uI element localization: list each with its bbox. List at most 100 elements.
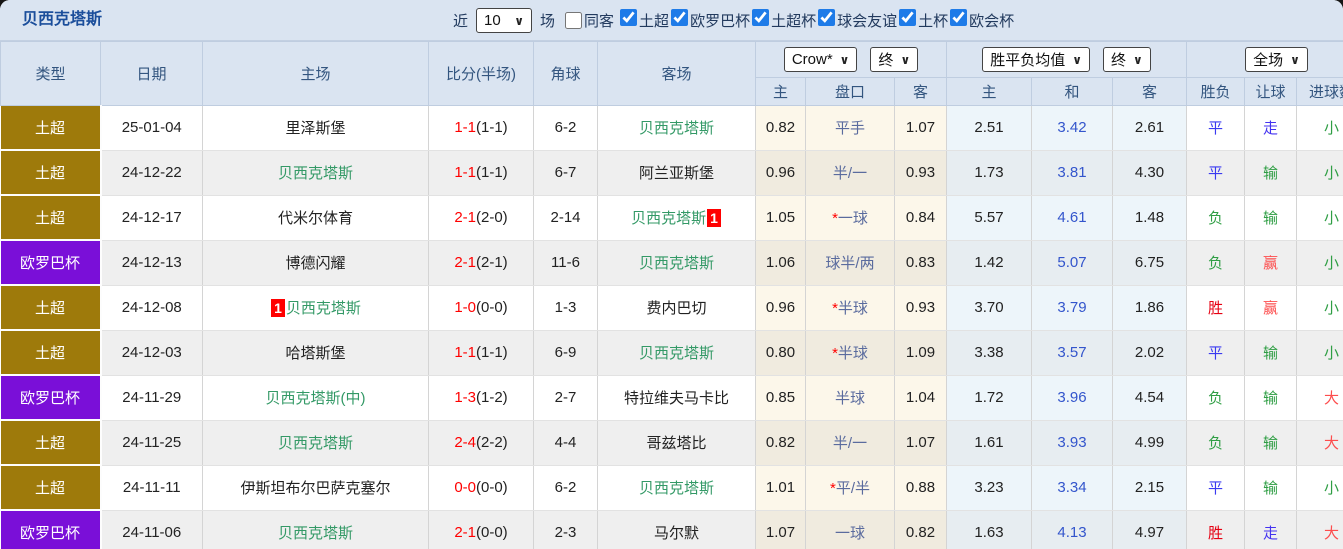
chevron-down-icon [507, 12, 524, 29]
away-team-name: 贝西克塔斯 [638, 345, 714, 362]
home-odds-cell: 1.61 [946, 420, 1033, 466]
halftime-score: (1-1) [476, 119, 508, 137]
home-team-cell: 伊斯坦布尔巴萨克塞尔 [202, 465, 429, 511]
competition-checkbox[interactable] [671, 9, 689, 26]
draw-odds-cell: 3.42 [1031, 105, 1114, 151]
goal-result-cell: 小 [1296, 195, 1343, 241]
sub-header-result: 胜负 [1186, 77, 1246, 106]
match-row: 土超 24-11-25 贝西克塔斯 2-4(2-2) 4-4 哥兹塔比 0.82… [0, 420, 1343, 466]
away-team-name: 贝西克塔斯 [638, 120, 714, 138]
away-team-name: 贝西克塔斯 [631, 210, 707, 227]
same-opponent-checkbox[interactable] [565, 11, 583, 29]
away-odds-cell: 2.15 [1112, 465, 1188, 511]
score-cell: 2-1(2-0) [428, 195, 534, 241]
halftime-score: (1-1) [476, 344, 508, 361]
result-cell: 负 [1186, 240, 1246, 286]
avg-odds-select[interactable]: 胜平负均值 [982, 47, 1091, 72]
home-team-cell: 贝西克塔斯 [202, 150, 429, 196]
date-cell: 24-11-29 [100, 375, 203, 421]
sub-header-goal-result: 进球数 [1296, 77, 1343, 106]
away-team-cell: 哥兹塔比 [597, 420, 756, 466]
col-header-score: 比分(半场) [428, 41, 534, 106]
fulltime-score: 1-0 [454, 299, 476, 316]
odds-company-select[interactable]: Crow* [783, 47, 858, 72]
home-odds-cell: 3.70 [946, 285, 1033, 331]
ah-home-odds-cell: 0.82 [755, 105, 806, 151]
goal-result-cell: 小 [1296, 240, 1343, 286]
away-team-name: 哥兹塔比 [646, 435, 707, 452]
home-odds-cell: 1.63 [946, 510, 1033, 549]
corner-cell: 11-6 [533, 240, 598, 286]
draw-odds-cell: 4.13 [1031, 510, 1114, 549]
competition-checkbox[interactable] [818, 9, 836, 26]
result-cell: 负 [1186, 195, 1246, 241]
away-odds-cell: 6.75 [1112, 240, 1188, 286]
ah-result-cell: 输 [1244, 195, 1298, 241]
corner-cell: 6-7 [533, 150, 598, 196]
competition-checkbox[interactable] [899, 9, 917, 26]
scope-select[interactable]: 全场 [1245, 47, 1308, 72]
league-cell: 土超 [0, 285, 102, 331]
score-cell: 1-3(1-2) [428, 375, 534, 421]
competition-checkbox[interactable] [752, 9, 770, 26]
halftime-score: (0-0) [476, 479, 508, 496]
ah-result-cell: 输 [1244, 465, 1298, 511]
date-cell: 24-12-17 [100, 195, 203, 241]
away-odds-cell: 4.30 [1112, 150, 1188, 196]
competition-label: 欧会杯 [969, 13, 1015, 30]
draw-odds-cell: 4.61 [1031, 195, 1114, 241]
home-team-cell: 哈塔斯堡 [202, 330, 429, 376]
home-team-cell: 贝西克塔斯 [202, 420, 429, 466]
league-cell: 土超 [0, 420, 102, 466]
odds-state-select[interactable]: 终 [870, 47, 919, 72]
home-team-cell: 贝西克塔斯(中) [202, 375, 429, 421]
chevron-down-icon [833, 51, 850, 68]
competition-checkbox[interactable] [620, 9, 638, 26]
away-odds-cell: 4.99 [1112, 420, 1188, 466]
home-team-name: 里泽斯堡 [285, 120, 346, 138]
home-team-name: 贝西克塔斯(中) [265, 390, 366, 407]
away-odds-cell: 1.86 [1112, 285, 1188, 331]
date-cell: 24-11-25 [100, 420, 203, 466]
goal-result-cell: 大 [1296, 420, 1343, 466]
goal-result-cell: 小 [1296, 330, 1343, 376]
fulltime-score: 0-0 [454, 479, 476, 496]
fulltime-score: 1-3 [454, 389, 476, 406]
competition-checkbox[interactable] [950, 9, 968, 26]
away-team-cell: 贝西克塔斯 [597, 105, 756, 151]
score-cell: 2-1(0-0) [428, 510, 534, 549]
date-cell: 24-12-22 [100, 150, 203, 196]
handicap-cell: *平/半 [805, 465, 895, 511]
ah-home-odds-cell: 0.80 [755, 330, 806, 376]
ah-away-odds-cell: 0.83 [894, 240, 948, 286]
goal-result-cell: 大 [1296, 375, 1343, 421]
match-row: 欧罗巴杯 24-11-06 贝西克塔斯 2-1(0-0) 2-3 马尔默 1.0… [0, 510, 1343, 549]
avg-odds-state-select[interactable]: 终 [1103, 47, 1151, 72]
ah-result-cell: 赢 [1244, 240, 1298, 286]
league-cell: 土超 [0, 195, 102, 241]
corner-cell: 1-3 [533, 285, 598, 331]
competition-label: 欧罗巴杯 [690, 13, 751, 30]
home-odds-cell: 3.38 [946, 330, 1033, 376]
competition-label: 土超杯 [771, 13, 817, 30]
handicap-cell: 球半/两 [805, 240, 895, 286]
ah-away-odds-cell: 0.82 [894, 510, 948, 549]
away-team-name: 贝西克塔斯 [638, 255, 714, 272]
match-row: 土超 24-12-03 哈塔斯堡 1-1(1-1) 6-9 贝西克塔斯 0.80… [0, 330, 1343, 376]
away-odds-cell: 2.61 [1112, 105, 1188, 151]
home-odds-cell: 1.42 [946, 240, 1033, 286]
home-odds-cell: 2.51 [946, 105, 1033, 151]
recent-count-select[interactable]: 10 [476, 7, 533, 33]
away-team-cell: 费内巴切 [597, 285, 756, 331]
goal-result-cell: 小 [1296, 150, 1343, 196]
col-header-away: 客场 [597, 41, 756, 106]
goal-result-cell: 小 [1296, 285, 1343, 331]
handicap-cell: *半球 [805, 285, 895, 331]
fulltime-score: 2-1 [454, 209, 476, 226]
score-cell: 1-1(1-1) [428, 105, 534, 151]
draw-odds-cell: 3.79 [1031, 285, 1114, 331]
away-odds-cell: 2.02 [1112, 330, 1188, 376]
ah-away-odds-cell: 1.07 [894, 420, 948, 466]
handicap-cell: 平手 [805, 105, 895, 151]
handicap-cell: 半/一 [805, 420, 895, 466]
